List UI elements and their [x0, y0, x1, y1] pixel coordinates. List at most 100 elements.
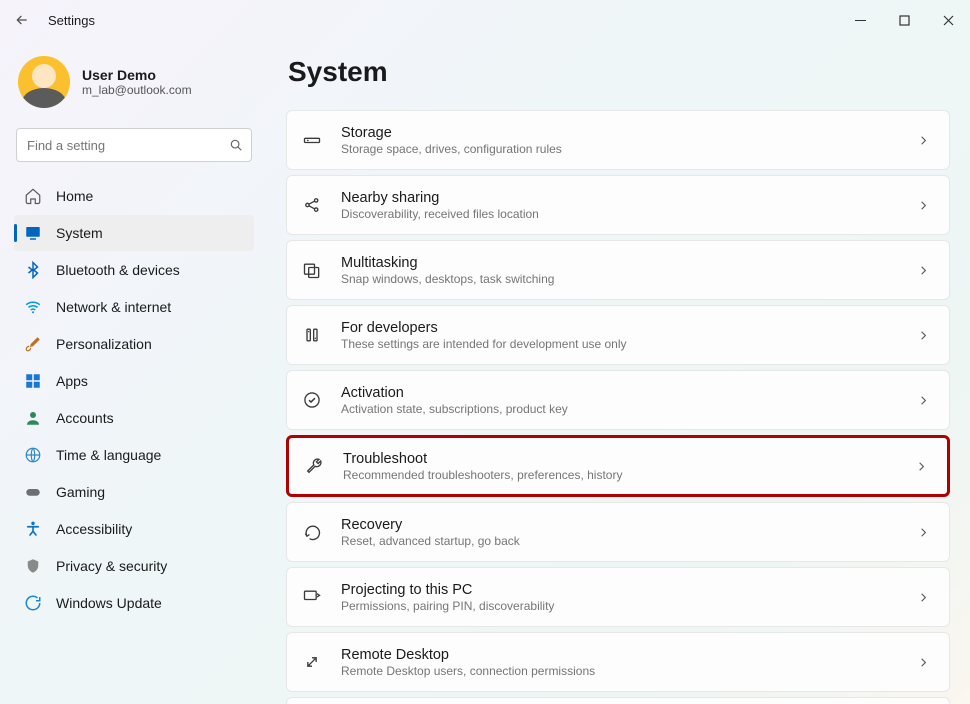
settings-item-nearby[interactable]: Nearby sharingDiscoverability, received …: [286, 175, 950, 235]
accessibility-icon: [24, 520, 42, 538]
globe-icon: [24, 446, 42, 464]
chevron-right-icon: [914, 459, 929, 474]
settings-item-desc: Snap windows, desktops, task switching: [341, 272, 898, 286]
settings-item-clipboard[interactable]: ClipboardCut and copy history, sync, cle…: [286, 697, 950, 704]
settings-item-title: Storage: [341, 125, 898, 141]
settings-item-text: Nearby sharingDiscoverability, received …: [341, 190, 898, 221]
settings-item-desc: Storage space, drives, configuration rul…: [341, 142, 898, 156]
settings-item-desc: Remote Desktop users, connection permiss…: [341, 664, 898, 678]
system-icon: [24, 224, 42, 242]
shield-icon: [24, 557, 42, 575]
settings-item-projecting[interactable]: Projecting to this PCPermissions, pairin…: [286, 567, 950, 627]
settings-item-desc: Activation state, subscriptions, product…: [341, 402, 898, 416]
settings-item-title: Remote Desktop: [341, 647, 898, 663]
sidebar-item-label: Windows Update: [56, 595, 162, 611]
settings-item-desc: Reset, advanced startup, go back: [341, 534, 898, 548]
sidebar-nav: Home System Bluetooth & devices Network & i…: [14, 178, 254, 621]
person-icon: [24, 409, 42, 427]
chevron-right-icon: [916, 655, 931, 670]
sidebar-item-apps[interactable]: Apps: [14, 363, 254, 399]
close-button[interactable]: [926, 4, 970, 36]
update-icon: [24, 594, 42, 612]
settings-item-title: Projecting to this PC: [341, 582, 898, 598]
storage-icon: [301, 129, 323, 151]
main-content: System StorageStorage space, drives, con…: [262, 40, 970, 704]
settings-item-storage[interactable]: StorageStorage space, drives, configurat…: [286, 110, 950, 170]
settings-item-remote[interactable]: Remote DesktopRemote Desktop users, conn…: [286, 632, 950, 692]
sidebar-item-label: Home: [56, 188, 93, 204]
settings-item-troubleshoot[interactable]: TroubleshootRecommended troubleshooters,…: [286, 435, 950, 497]
settings-item-recovery[interactable]: RecoveryReset, advanced startup, go back: [286, 502, 950, 562]
sidebar-item-time[interactable]: Time & language: [14, 437, 254, 473]
profile-block[interactable]: User Demo m_lab@outlook.com: [14, 50, 254, 124]
settings-item-title: For developers: [341, 320, 898, 336]
apps-icon: [24, 372, 42, 390]
settings-item-text: For developersThese settings are intende…: [341, 320, 898, 351]
avatar: [18, 56, 70, 108]
sidebar-item-accessibility[interactable]: Accessibility: [14, 511, 254, 547]
sidebar-item-update[interactable]: Windows Update: [14, 585, 254, 621]
settings-item-title: Troubleshoot: [343, 451, 896, 467]
sidebar-item-system[interactable]: System: [14, 215, 254, 251]
chevron-right-icon: [916, 393, 931, 408]
sidebar-item-label: Personalization: [56, 336, 152, 352]
back-button[interactable]: [10, 8, 34, 32]
chevron-right-icon: [916, 590, 931, 605]
settings-item-title: Multitasking: [341, 255, 898, 271]
settings-item-desc: Recommended troubleshooters, preferences…: [343, 468, 896, 482]
settings-item-text: Remote DesktopRemote Desktop users, conn…: [341, 647, 898, 678]
app-title: Settings: [48, 13, 95, 28]
settings-item-multitasking[interactable]: MultitaskingSnap windows, desktops, task…: [286, 240, 950, 300]
project-icon: [301, 586, 323, 608]
share-icon: [301, 194, 323, 216]
chevron-right-icon: [916, 198, 931, 213]
sidebar-item-accounts[interactable]: Accounts: [14, 400, 254, 436]
sidebar-item-personalization[interactable]: Personalization: [14, 326, 254, 362]
developers-icon: [301, 324, 323, 346]
chevron-right-icon: [916, 133, 931, 148]
settings-item-text: MultitaskingSnap windows, desktops, task…: [341, 255, 898, 286]
settings-item-activation[interactable]: ActivationActivation state, subscription…: [286, 370, 950, 430]
sidebar-item-label: Bluetooth & devices: [56, 262, 180, 278]
page-title: System: [288, 56, 950, 88]
search-icon: [229, 138, 243, 152]
sidebar-item-label: Gaming: [56, 484, 105, 500]
wifi-icon: [24, 298, 42, 316]
sidebar-item-gaming[interactable]: Gaming: [14, 474, 254, 510]
sidebar-item-label: Accounts: [56, 410, 114, 426]
gamepad-icon: [24, 483, 42, 501]
recovery-icon: [301, 521, 323, 543]
settings-list: StorageStorage space, drives, configurat…: [286, 110, 950, 704]
sidebar-item-privacy[interactable]: Privacy & security: [14, 548, 254, 584]
settings-item-text: RecoveryReset, advanced startup, go back: [341, 517, 898, 548]
settings-item-text: StorageStorage space, drives, configurat…: [341, 125, 898, 156]
wrench-icon: [303, 455, 325, 477]
check-circle-icon: [301, 389, 323, 411]
brush-icon: [24, 335, 42, 353]
chevron-right-icon: [916, 263, 931, 278]
settings-item-desc: Discoverability, received files location: [341, 207, 898, 221]
multitask-icon: [301, 259, 323, 281]
search-box[interactable]: [16, 128, 252, 162]
settings-item-text: ActivationActivation state, subscription…: [341, 385, 898, 416]
home-icon: [24, 187, 42, 205]
title-bar: Settings: [0, 0, 970, 40]
profile-name: User Demo: [82, 67, 192, 83]
remote-icon: [301, 651, 323, 673]
window-controls: [838, 4, 970, 36]
sidebar-item-home[interactable]: Home: [14, 178, 254, 214]
sidebar-item-bluetooth[interactable]: Bluetooth & devices: [14, 252, 254, 288]
maximize-button[interactable]: [882, 4, 926, 36]
sidebar-item-network[interactable]: Network & internet: [14, 289, 254, 325]
bluetooth-icon: [24, 261, 42, 279]
search-input[interactable]: [27, 138, 229, 153]
chevron-right-icon: [916, 525, 931, 540]
minimize-button[interactable]: [838, 4, 882, 36]
settings-item-developers[interactable]: For developersThese settings are intende…: [286, 305, 950, 365]
settings-item-title: Recovery: [341, 517, 898, 533]
sidebar: User Demo m_lab@outlook.com Home System Bl…: [0, 40, 262, 704]
sidebar-item-label: System: [56, 225, 103, 241]
sidebar-item-label: Privacy & security: [56, 558, 167, 574]
sidebar-item-label: Accessibility: [56, 521, 132, 537]
sidebar-item-label: Apps: [56, 373, 88, 389]
